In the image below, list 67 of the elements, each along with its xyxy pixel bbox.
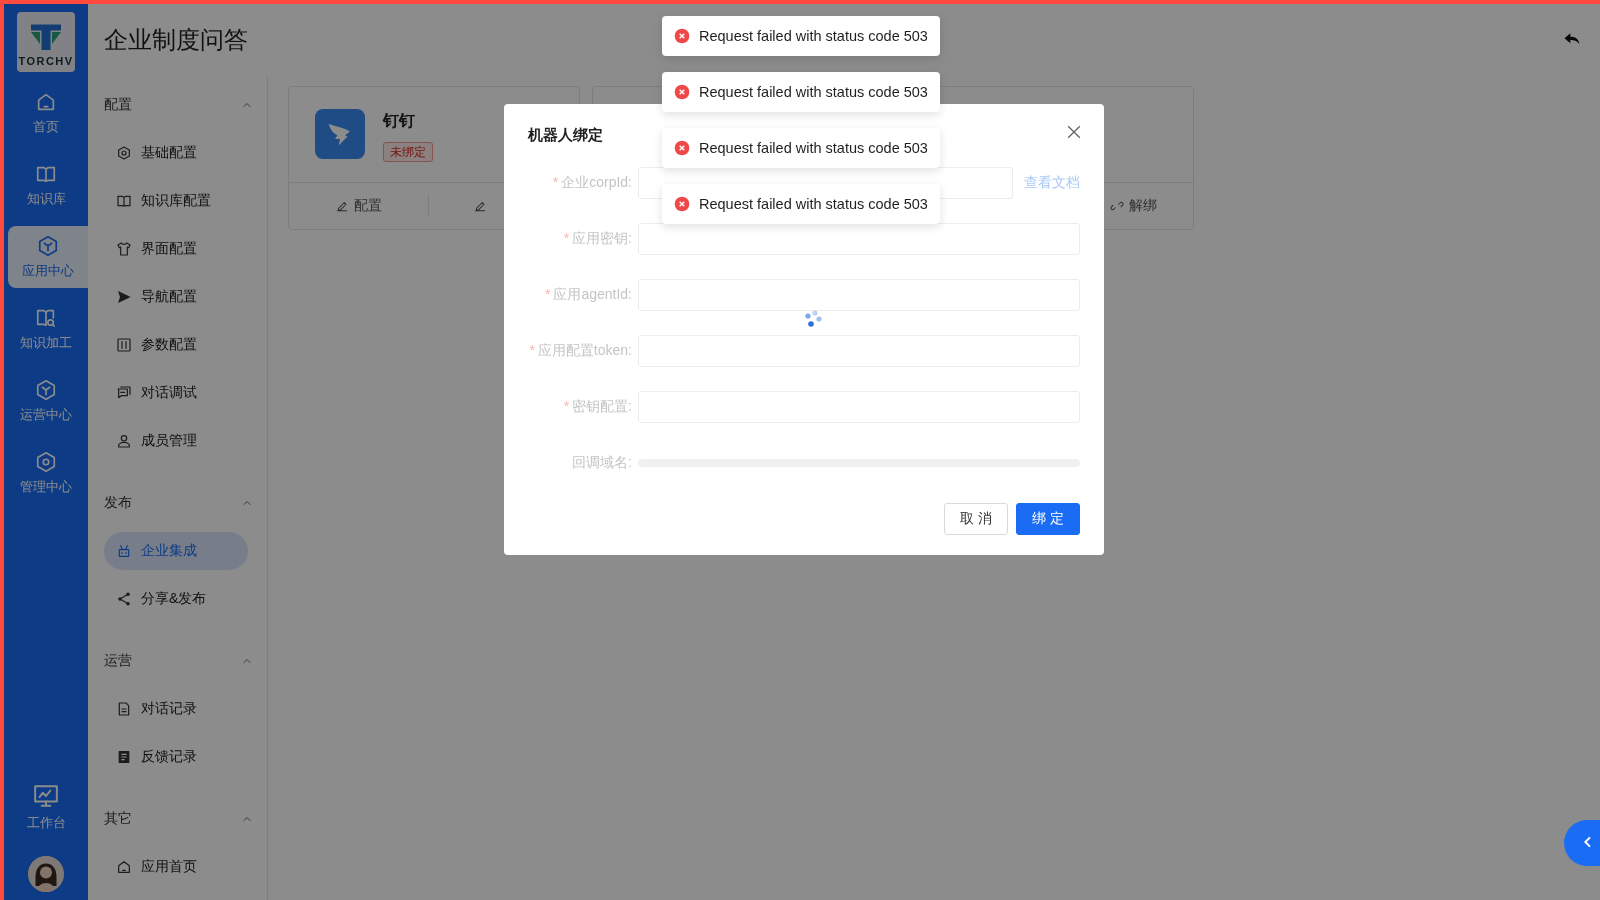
page-title: 企业制度问答 bbox=[104, 25, 248, 55]
collapse-button[interactable] bbox=[1564, 820, 1600, 866]
rail-item[interactable]: 知识库 bbox=[8, 154, 84, 216]
send-icon bbox=[116, 289, 132, 305]
menu-item[interactable]: 界面配置 bbox=[104, 230, 248, 268]
rail-item[interactable]: 首页 bbox=[8, 82, 84, 144]
input-field[interactable] bbox=[638, 223, 1080, 255]
rail-item[interactable]: 管理中心 bbox=[8, 442, 84, 504]
field-label: * 应用配置token: bbox=[528, 342, 632, 360]
field-label: * 密钥配置: bbox=[562, 398, 632, 416]
settings-icon bbox=[116, 145, 132, 161]
menu-item[interactable]: 对话调试 bbox=[104, 374, 248, 412]
field-label: * 企业corpId: bbox=[551, 174, 632, 192]
menu-item[interactable]: 分享&发布 bbox=[104, 580, 248, 618]
status-tag: 未绑定 bbox=[383, 142, 433, 162]
pencil-icon bbox=[335, 199, 349, 213]
sliders-icon bbox=[116, 337, 132, 353]
avatar[interactable] bbox=[28, 856, 64, 892]
menu-group-title: 发布 bbox=[104, 494, 132, 512]
pencil-icon[interactable] bbox=[473, 199, 487, 213]
input-field[interactable] bbox=[638, 279, 1080, 311]
dialog-title: 机器人绑定 bbox=[528, 126, 603, 145]
rail-item[interactable]: 工作台 bbox=[8, 776, 84, 838]
field-label: * 应用agentId: bbox=[543, 286, 632, 304]
hexagon-icon bbox=[35, 378, 57, 401]
user-icon bbox=[116, 433, 132, 449]
menu-item[interactable]: 应用首页 bbox=[104, 848, 248, 886]
error-icon bbox=[674, 28, 690, 44]
menu-item[interactable]: 导航配置 bbox=[104, 278, 248, 316]
menu-group-title: 运营 bbox=[104, 652, 132, 670]
error-toast: Request failed with status code 503 bbox=[662, 184, 940, 224]
error-toast: Request failed with status code 503 bbox=[662, 128, 940, 168]
card-action[interactable]: 解绑 bbox=[1110, 195, 1157, 217]
menu-item[interactable]: 成员管理 bbox=[104, 422, 248, 460]
monitor-icon bbox=[32, 782, 60, 809]
error-toast: Request failed with status code 503 bbox=[662, 16, 940, 56]
shirt-icon bbox=[116, 241, 132, 257]
error-toast: Request failed with status code 503 bbox=[662, 72, 940, 112]
error-icon bbox=[674, 196, 690, 212]
app-name: 钉钉 bbox=[383, 111, 416, 131]
home-icon bbox=[116, 859, 132, 875]
menu-group-title: 其它 bbox=[104, 810, 132, 828]
share-icon bbox=[116, 591, 132, 607]
chat-icon bbox=[116, 385, 132, 401]
menu-item[interactable]: 基础配置 bbox=[104, 134, 248, 172]
menu-group-title: 配置 bbox=[104, 96, 132, 114]
error-icon bbox=[674, 140, 690, 156]
card-action[interactable]: 配置 bbox=[289, 195, 429, 217]
menu-item[interactable]: 对话记录 bbox=[104, 690, 248, 728]
rail-item[interactable]: 运营中心 bbox=[8, 370, 84, 432]
unlink-icon bbox=[1110, 199, 1124, 213]
field-label: * 应用密钥: bbox=[562, 230, 632, 248]
robot-icon bbox=[116, 543, 132, 559]
hexagon-icon bbox=[37, 234, 59, 257]
document-icon bbox=[116, 701, 132, 717]
error-icon bbox=[674, 84, 690, 100]
menu-item[interactable]: 知识库配置 bbox=[104, 182, 248, 220]
cancel-button[interactable]: 取 消 bbox=[944, 503, 1008, 535]
rail-item[interactable]: 知识加工 bbox=[8, 298, 84, 360]
logo: TORCHV bbox=[17, 12, 75, 72]
document-icon bbox=[116, 749, 132, 765]
settings-icon bbox=[35, 450, 57, 473]
bind-button[interactable]: 绑 定 bbox=[1016, 503, 1080, 535]
book-icon bbox=[116, 193, 132, 209]
menu-item[interactable]: 参数配置 bbox=[104, 326, 248, 364]
menu-item[interactable]: 反馈记录 bbox=[104, 738, 248, 776]
rail-item[interactable]: 应用中心 bbox=[8, 226, 88, 288]
